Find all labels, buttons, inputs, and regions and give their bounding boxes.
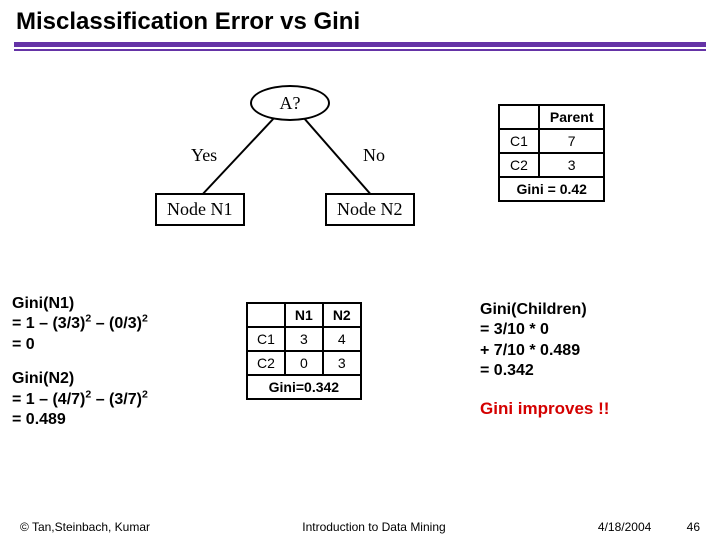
footer-date: 4/18/2004 (598, 520, 651, 534)
title-rule (14, 42, 706, 51)
footer-copyright: © Tan,Steinbach, Kumar (20, 520, 150, 534)
child-cell: 3 (323, 351, 361, 375)
gini-calc-left: Gini(N1) = 1 – (3/3)2 – (0/3)2 = 0 Gini(… (12, 294, 148, 431)
child-cell: 4 (323, 327, 361, 351)
parent-gini: Gini = 0.42 (499, 177, 604, 201)
child-col-n1: N1 (285, 303, 323, 327)
parent-table: Parent C1 7 C2 3 Gini = 0.42 (498, 104, 605, 202)
gini-n2-expr: = 1 – (4/7)2 – (3/7)2 (12, 390, 148, 410)
child-row-label: C1 (247, 327, 285, 351)
gini-children-title: Gini(Children) (480, 300, 609, 320)
decision-tree: A? Yes No Node N1 Node N2 (155, 85, 435, 245)
slide-title: Misclassification Error vs Gini (0, 0, 720, 42)
footer-page: 46 (687, 520, 700, 534)
gini-n1-title: Gini(N1) (12, 294, 148, 314)
child-col-n2: N2 (323, 303, 361, 327)
gini-children-l2: = 3/10 * 0 (480, 320, 609, 340)
edge-no-label: No (363, 145, 385, 166)
node-n2: Node N2 (325, 193, 415, 226)
edge-yes-label: Yes (191, 145, 217, 166)
child-table: N1 N2 C1 3 4 C2 0 3 Gini=0.342 (246, 302, 362, 400)
parent-row-label: C2 (499, 153, 539, 177)
child-cell: 0 (285, 351, 323, 375)
gini-improves: Gini improves !! (480, 398, 609, 420)
parent-row-label: C1 (499, 129, 539, 153)
gini-children-calc: Gini(Children) = 3/10 * 0 + 7/10 * 0.489… (480, 300, 609, 420)
gini-n1-expr: = 1 – (3/3)2 – (0/3)2 (12, 314, 148, 334)
gini-children-result: = 0.342 (480, 361, 609, 381)
parent-row-value: 7 (539, 129, 605, 153)
gini-n2-result: = 0.489 (12, 410, 148, 430)
node-n1: Node N1 (155, 193, 245, 226)
gini-n1-result: = 0 (12, 335, 148, 355)
child-row-label: C2 (247, 351, 285, 375)
parent-header: Parent (539, 105, 605, 129)
footer-title: Introduction to Data Mining (150, 520, 598, 534)
gini-children-l3: + 7/10 * 0.489 (480, 341, 609, 361)
footer-right: 4/18/2004 46 (598, 520, 700, 534)
slide-footer: © Tan,Steinbach, Kumar Introduction to D… (0, 520, 720, 534)
tree-root: A? (250, 85, 330, 121)
child-cell: 3 (285, 327, 323, 351)
child-gini: Gini=0.342 (247, 375, 361, 399)
parent-row-value: 3 (539, 153, 605, 177)
gini-n2-title: Gini(N2) (12, 369, 148, 389)
